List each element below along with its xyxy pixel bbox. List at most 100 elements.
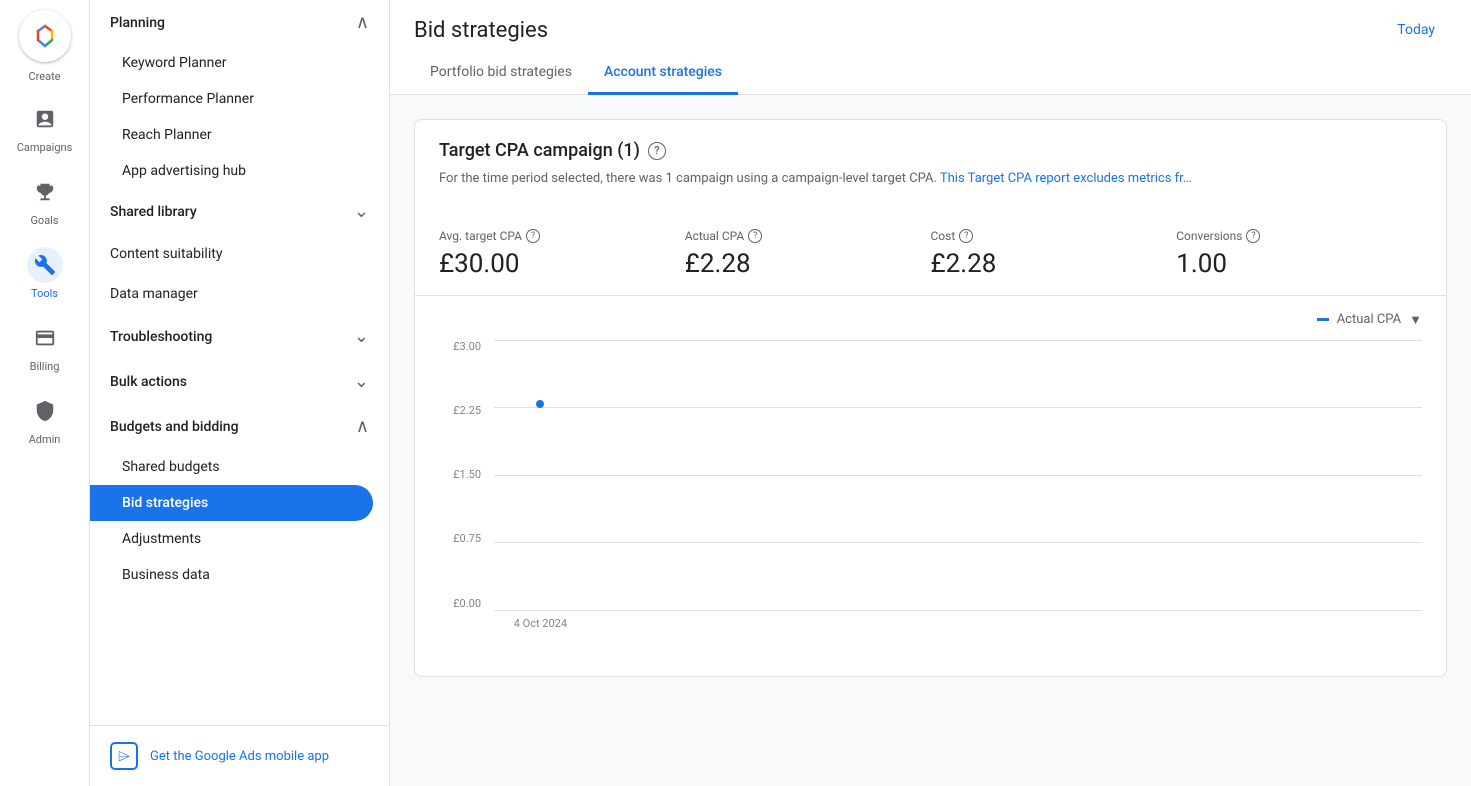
card-subtitle: For the time period selected, there was … (439, 169, 1422, 189)
sidebar-section-troubleshooting[interactable]: Troubleshooting ⌄ (90, 314, 389, 359)
main-content: Bid strategies Today Portfolio bid strat… (390, 0, 1471, 786)
y-label-3: £0.75 (439, 532, 489, 545)
sidebar-section-planning[interactable]: Planning ∧ (90, 0, 389, 45)
card-header: Target CPA campaign (1) ? For the time p… (415, 120, 1446, 213)
metric-1: Actual CPA ? £2.28 (685, 229, 931, 279)
nav-campaigns[interactable]: Campaigns (0, 91, 89, 164)
card-title-help-icon[interactable]: ? (648, 142, 666, 160)
legend-dropdown-icon[interactable]: ▼ (1409, 312, 1422, 328)
sidebar-item-bid-strategies[interactable]: Bid strategies (90, 485, 373, 521)
sidebar-section-shared-library[interactable]: Shared library ⌄ (90, 189, 389, 234)
nav-tools[interactable]: Tools (0, 237, 89, 310)
sidebar-item-business-data[interactable]: Business data (90, 557, 389, 593)
metric-0: Avg. target CPA ? £30.00 (439, 229, 685, 279)
card-title: Target CPA campaign (1) ? (439, 140, 1422, 161)
grid-line-4 (494, 610, 1422, 611)
admin-label: Admin (29, 433, 61, 446)
content-area: Target CPA campaign (1) ? For the time p… (390, 95, 1471, 701)
card-subtitle-link[interactable]: This Target CPA report excludes metrics … (940, 171, 1192, 186)
keyword-planner-label: Keyword Planner (122, 55, 227, 71)
sidebar-item-adjustments[interactable]: Adjustments (90, 521, 389, 557)
y-label-2: £1.50 (439, 468, 489, 481)
grid-line-3 (494, 542, 1422, 543)
metric-value-1: £2.28 (685, 249, 907, 279)
y-label-4: £0.00 (439, 597, 489, 610)
content-suitability-label: Content suitability (110, 246, 222, 262)
phone-icon: ⌲ (110, 742, 138, 770)
metric-3: Conversions ? 1.00 (1176, 229, 1422, 279)
nav-admin[interactable]: Admin (0, 383, 89, 456)
mobile-app-label: Get the Google Ads mobile app (150, 749, 329, 764)
page-title: Bid strategies (414, 18, 548, 43)
bulk-actions-chevron-icon: ⌄ (354, 371, 369, 392)
sidebar-item-shared-budgets[interactable]: Shared budgets (90, 449, 389, 485)
sidebar-item-performance-planner[interactable]: Performance Planner (90, 81, 389, 117)
grid-line-0 (494, 340, 1422, 341)
grid-line-2 (494, 475, 1422, 476)
metric-label-1: Actual CPA ? (685, 229, 907, 243)
metric-value-2: £2.28 (931, 249, 1153, 279)
metric-value-3: 1.00 (1176, 249, 1398, 279)
metric-help-icon-0[interactable]: ? (526, 229, 540, 243)
billing-label: Billing (30, 360, 60, 373)
metric-label-0: Avg. target CPA ? (439, 229, 661, 243)
sidebar-section-bulk-actions[interactable]: Bulk actions ⌄ (90, 359, 389, 404)
nav-billing[interactable]: Billing (0, 310, 89, 383)
sidebar-footer: ⌲ Get the Google Ads mobile app (90, 725, 389, 786)
adjustments-label: Adjustments (122, 531, 201, 547)
planning-label: Planning (110, 15, 165, 31)
metric-help-icon-1[interactable]: ? (748, 229, 762, 243)
sidebar-item-reach-planner[interactable]: Reach Planner (90, 117, 389, 153)
sidebar-item-app-advertising[interactable]: App advertising hub (90, 153, 389, 189)
metrics-row: Avg. target CPA ? £30.00 Actual CPA ? £2… (415, 213, 1446, 296)
legend-dot-icon (1317, 318, 1329, 321)
legend-label: Actual CPA (1337, 312, 1401, 327)
nav-goals[interactable]: Goals (0, 164, 89, 237)
chart-y-labels: £3.00 £2.25 £1.50 £0.75 £0.00 (439, 340, 489, 610)
data-manager-label: Data manager (110, 286, 198, 302)
sidebar-item-content-suitability[interactable]: Content suitability (90, 234, 389, 274)
metric-label-3: Conversions ? (1176, 229, 1398, 243)
sidebar-section-budgets-bidding[interactable]: Budgets and bidding ∧ (90, 404, 389, 449)
tab-account-strategies[interactable]: Account strategies (588, 52, 738, 95)
tab-portfolio-bid-strategies[interactable]: Portfolio bid strategies (414, 52, 588, 95)
metric-value-0: £30.00 (439, 249, 661, 279)
troubleshooting-chevron-icon: ⌄ (354, 326, 369, 347)
chart-area: Actual CPA ▼ £3.00 £2.25 £1.50 £0.75 £0.00 4… (415, 296, 1446, 676)
sidebar-item-data-manager[interactable]: Data manager (90, 274, 389, 314)
bulk-actions-label: Bulk actions (110, 374, 187, 390)
strategy-card: Target CPA campaign (1) ? For the time p… (414, 119, 1447, 677)
metric-2: Cost ? £2.28 (931, 229, 1177, 279)
performance-planner-label: Performance Planner (122, 91, 254, 107)
y-label-1: £2.25 (439, 404, 489, 417)
planning-chevron-icon: ∧ (356, 12, 369, 33)
budgets-bidding-chevron-icon: ∧ (356, 416, 369, 437)
shared-budgets-label: Shared budgets (122, 459, 220, 475)
business-data-label: Business data (122, 567, 210, 583)
metric-help-icon-2[interactable]: ? (959, 229, 973, 243)
chart-legend: Actual CPA ▼ (439, 312, 1422, 328)
campaigns-label: Campaigns (17, 141, 73, 154)
metric-help-icon-3[interactable]: ? (1246, 229, 1260, 243)
bid-strategies-label: Bid strategies (122, 495, 208, 511)
today-button[interactable]: Today (1385, 16, 1447, 44)
sidebar: Planning ∧ Keyword Planner Performance P… (90, 0, 390, 786)
shared-library-chevron-icon: ⌄ (354, 201, 369, 222)
main-header: Bid strategies Today Portfolio bid strat… (390, 0, 1471, 95)
goals-label: Goals (30, 214, 58, 227)
grid-line-1 (494, 407, 1422, 408)
y-label-0: £3.00 (439, 340, 489, 353)
reach-planner-label: Reach Planner (122, 127, 212, 143)
tools-label: Tools (31, 287, 58, 300)
chart-container: £3.00 £2.25 £1.50 £0.75 £0.00 4 Oct 2024 (439, 340, 1422, 640)
create-label: Create (28, 70, 60, 83)
sidebar-item-keyword-planner[interactable]: Keyword Planner (90, 45, 389, 81)
mobile-app-link[interactable]: ⌲ Get the Google Ads mobile app (110, 742, 369, 770)
troubleshooting-label: Troubleshooting (110, 329, 212, 345)
app-advertising-label: App advertising hub (122, 163, 246, 179)
tabs: Portfolio bid strategies Account strateg… (414, 52, 1447, 94)
x-axis-label: 4 Oct 2024 (514, 617, 567, 630)
budgets-bidding-label: Budgets and bidding (110, 419, 239, 435)
create-button[interactable] (19, 10, 71, 62)
data-point (536, 400, 544, 408)
